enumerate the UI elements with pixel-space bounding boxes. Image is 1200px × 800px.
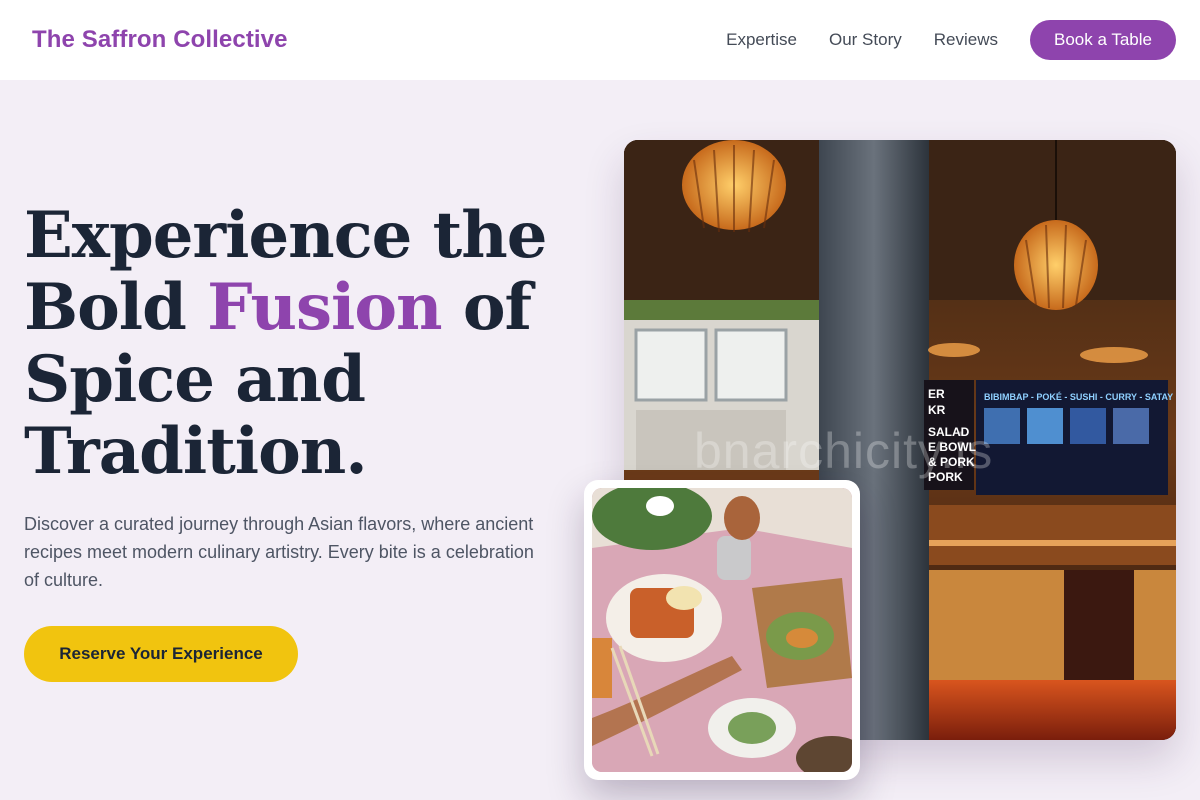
book-table-button[interactable]: Book a Table [1030,20,1176,60]
image-watermark: bnarchicity.is [694,423,994,479]
menu-board-header: BIBIMBAP - POKÉ - SUSHI - CURRY - SATAY [984,392,1173,402]
food-table-image [592,488,852,772]
site-header: The Saffron Collective Expertise Our Sto… [0,0,1200,80]
menu-side-item-1: ER [928,387,945,401]
nav-link-reviews[interactable]: Reviews [934,30,998,50]
headline-accent: Fusion [207,270,442,345]
main-nav: Expertise Our Story Reviews Book a Table [726,20,1176,60]
hero-subtext: Discover a curated journey through Asian… [24,514,534,590]
food-image-card [584,480,860,780]
brand-logo[interactable]: The Saffron Collective [32,26,288,54]
menu-side-item-2: KR [928,403,946,417]
food-table-illustration [592,488,852,772]
hero-headline: Experience the Bold Fusion of Spice and … [24,200,584,488]
nav-link-our-story[interactable]: Our Story [829,30,902,50]
reserve-experience-button[interactable]: Reserve Your Experience [24,626,298,682]
nav-link-expertise[interactable]: Expertise [726,30,797,50]
